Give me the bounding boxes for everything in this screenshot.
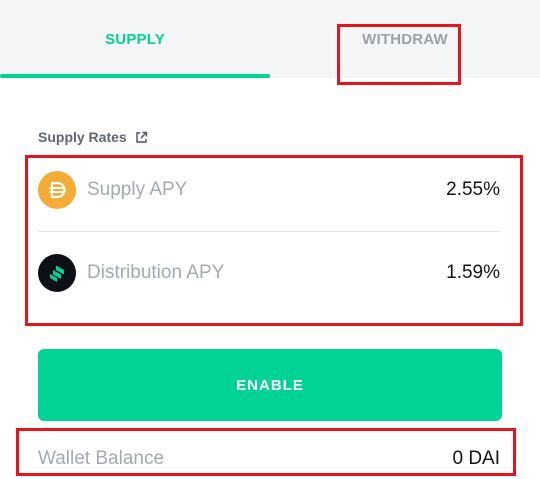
enable-button[interactable]: ENABLE bbox=[38, 349, 502, 421]
tab-bar: SUPPLY WITHDRAW bbox=[0, 0, 540, 78]
tab-supply[interactable]: SUPPLY bbox=[0, 0, 270, 78]
distribution-apy-label: Distribution APY bbox=[87, 262, 225, 283]
supply-apy-value: 2.55% bbox=[446, 179, 500, 200]
supply-rates-title-text: Supply Rates bbox=[38, 129, 127, 145]
supply-apy-label: Supply APY bbox=[87, 179, 188, 200]
rates-divider bbox=[38, 231, 500, 232]
wallet-balance-row: Wallet Balance 0 DAI bbox=[38, 445, 500, 473]
supply-apy-row: Supply APY 2.55% bbox=[38, 170, 500, 210]
active-tab-indicator bbox=[0, 74, 270, 78]
supply-rates-title: Supply Rates bbox=[38, 129, 148, 145]
tab-withdraw[interactable]: WITHDRAW bbox=[270, 0, 540, 78]
dai-coin-icon bbox=[38, 171, 76, 209]
wallet-balance-value: 0 DAI bbox=[452, 448, 500, 469]
distribution-apy-value: 1.59% bbox=[446, 262, 500, 283]
distribution-apy-row: Distribution APY 1.59% bbox=[38, 253, 500, 293]
comp-coin-icon bbox=[38, 254, 76, 292]
external-link-icon[interactable] bbox=[135, 131, 148, 144]
wallet-balance-label: Wallet Balance bbox=[38, 448, 165, 469]
